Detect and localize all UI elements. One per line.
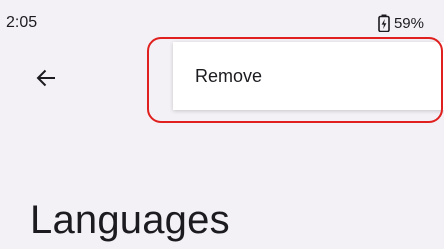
battery-percent: 59% [393,14,424,32]
battery-charging-icon [378,14,390,32]
arrow-back-icon [36,69,56,92]
back-button[interactable] [33,67,59,93]
overflow-menu: Remove [173,42,444,110]
page-title: Languages [30,198,230,242]
status-bar: 2:05 59% [0,0,444,34]
status-time: 2:05 [6,14,38,31]
settings-screen: 2:05 59% Languages Remove [0,0,444,249]
remove-menu-item[interactable]: Remove [173,42,444,110]
status-right: 59% [378,14,424,32]
